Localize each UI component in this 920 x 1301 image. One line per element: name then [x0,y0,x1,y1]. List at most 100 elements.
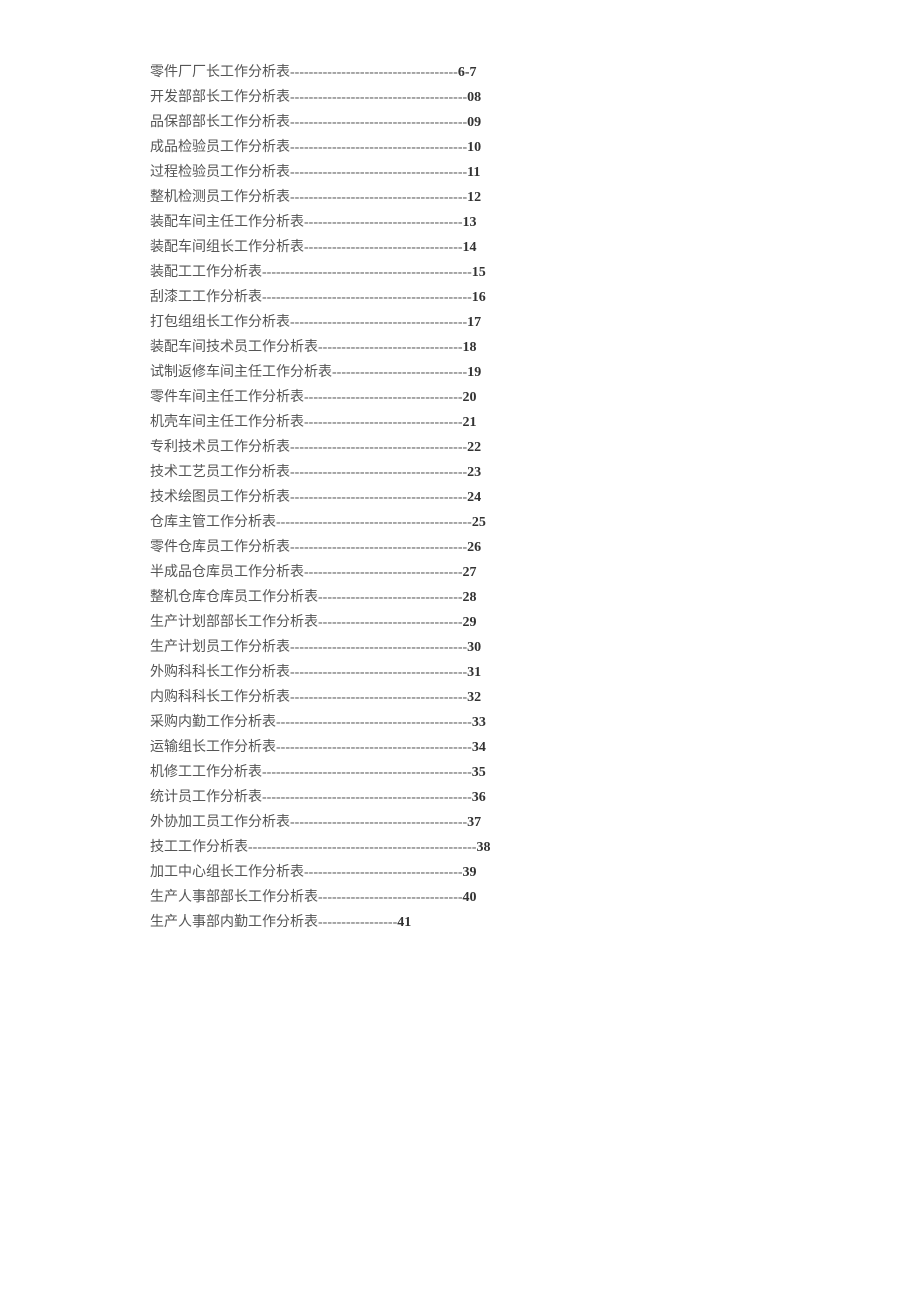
toc-page-number: 17 [467,310,481,335]
toc-title: 统计员工作分析表 [150,785,262,810]
toc-leader: ---------------------------------- [304,235,463,260]
toc-title: 外协加工员工作分析表 [150,810,290,835]
toc-title: 整机检测员工作分析表 [150,185,290,210]
toc-page-number: 29 [463,610,477,635]
toc-entry: 刮漆工工作分析表 -------------------------------… [150,285,720,310]
toc-title: 品保部部长工作分析表 [150,110,290,135]
toc-page-number: 32 [467,685,481,710]
toc-title: 技术绘图员工作分析表 [150,485,290,510]
toc-title: 装配车间技术员工作分析表 [150,335,318,360]
toc-title: 仓库主管工作分析表 [150,510,276,535]
toc-title: 机壳车间主任工作分析表 [150,410,304,435]
toc-title: 技工工作分析表 [150,835,248,860]
toc-leader: -------------------------------------- [290,435,467,460]
toc-entry: 采购内勤工作分析表 ------------------------------… [150,710,720,735]
toc-leader: ---------------------------------- [304,560,463,585]
toc-entry: 运输组长工作分析表 ------------------------------… [150,735,720,760]
toc-entry: 技术绘图员工作分析表 -----------------------------… [150,485,720,510]
toc-entry: 生产计划员工作分析表 -----------------------------… [150,635,720,660]
toc-leader: ------------------------------- [318,585,463,610]
toc-entry: 整机仓库仓库员工作分析表 ---------------------------… [150,585,720,610]
toc-entry: 技工工作分析表 --------------------------------… [150,835,720,860]
toc-title: 开发部部长工作分析表 [150,85,290,110]
toc-page-number: 16 [472,285,486,310]
toc-title: 运输组长工作分析表 [150,735,276,760]
toc-entry: 专利技术员工作分析表 -----------------------------… [150,435,720,460]
toc-leader: -------------------------------------- [290,135,467,160]
toc-leader: ---------------------------------- [304,385,463,410]
toc-title: 零件仓库员工作分析表 [150,535,290,560]
toc-page-number: 28 [463,585,477,610]
toc-leader: -------------------------------------- [290,685,467,710]
toc-leader: -------------------------------------- [290,485,467,510]
toc-title: 打包组组长工作分析表 [150,310,290,335]
toc-leader: ----------------------------------------… [262,760,472,785]
toc-page-number: 22 [467,435,481,460]
toc-title: 装配车间主任工作分析表 [150,210,304,235]
toc-entry: 开发部部长工作分析表 -----------------------------… [150,85,720,110]
toc-page-number: 38 [476,835,490,860]
toc-page-number: 36 [472,785,486,810]
toc-entry: 试制返修车间主任工作分析表 --------------------------… [150,360,720,385]
toc-leader: -------------------------------------- [290,460,467,485]
toc-leader: -------------------------------------- [290,85,467,110]
toc-page-number: 39 [463,860,477,885]
toc-entry: 外购科科长工作分析表 -----------------------------… [150,660,720,685]
toc-title: 生产计划员工作分析表 [150,635,290,660]
toc-leader: -------------------------------------- [290,110,467,135]
toc-leader: ----------------------------------------… [276,510,472,535]
toc-title: 半成品仓库员工作分析表 [150,560,304,585]
toc-leader: ----------------------------------------… [276,735,472,760]
toc-entry: 机修工工作分析表 -------------------------------… [150,760,720,785]
toc-leader: ---------------------------------- [304,210,463,235]
toc-entry: 生产计划部部长工作分析表 ---------------------------… [150,610,720,635]
toc-entry: 仓库主管工作分析表 ------------------------------… [150,510,720,535]
toc-leader: ------------------------------- [318,885,463,910]
toc-leader: -------------------------------------- [290,160,467,185]
toc-leader: ----------------------------------------… [262,285,472,310]
toc-entry: 过程检验员工作分析表 -----------------------------… [150,160,720,185]
toc-title: 生产计划部部长工作分析表 [150,610,318,635]
toc-entry: 品保部部长工作分析表 -----------------------------… [150,110,720,135]
toc-title: 外购科科长工作分析表 [150,660,290,685]
toc-page-number: 09 [467,110,481,135]
toc-leader: -------------------------------------- [290,185,467,210]
toc-page-number: 19 [467,360,481,385]
toc-page-number: 40 [463,885,477,910]
toc-page-number: 13 [463,210,477,235]
toc-page-number: 24 [467,485,481,510]
toc-leader: ----------------------------- [332,360,467,385]
toc-leader: ----------------------------------------… [262,260,472,285]
toc-page-number: 26 [467,535,481,560]
toc-title: 零件厂厂长工作分析表 [150,60,290,85]
toc-entry: 内购科科长工作分析表 -----------------------------… [150,685,720,710]
toc-entry: 生产人事部内勤工作分析表 -----------------41 [150,910,450,935]
toc-page-number: 14 [463,235,477,260]
toc-title: 生产人事部部长工作分析表 [150,885,318,910]
toc-leader: ------------------------------- [318,335,463,360]
toc-page-number: 10 [467,135,481,160]
toc-leader: ----------------------------------------… [276,710,472,735]
toc-leader: -------------------------------------- [290,660,467,685]
toc-title: 内购科科长工作分析表 [150,685,290,710]
toc-entry: 半成品仓库员工作分析表 ----------------------------… [150,560,720,585]
toc-page-number: 41 [397,910,411,935]
table-of-contents: 零件厂厂长工作分析表 -----------------------------… [150,60,720,935]
toc-page-number: 15 [472,260,486,285]
toc-title: 过程检验员工作分析表 [150,160,290,185]
toc-entry: 机壳车间主任工作分析表 ----------------------------… [150,410,720,435]
toc-entry: 零件车间主任工作分析表 ----------------------------… [150,385,720,410]
toc-entry: 加工中心组长工作分析表 ----------------------------… [150,860,720,885]
toc-title: 专利技术员工作分析表 [150,435,290,460]
toc-title: 技术工艺员工作分析表 [150,460,290,485]
toc-title: 试制返修车间主任工作分析表 [150,360,332,385]
toc-entry: 打包组组长工作分析表 -----------------------------… [150,310,720,335]
toc-title: 采购内勤工作分析表 [150,710,276,735]
toc-page-number: 21 [463,410,477,435]
toc-title: 零件车间主任工作分析表 [150,385,304,410]
toc-page-number: 6-7 [458,60,477,85]
toc-title: 机修工工作分析表 [150,760,262,785]
toc-entry: 零件厂厂长工作分析表 -----------------------------… [150,60,720,85]
toc-page-number: 23 [467,460,481,485]
toc-page-number: 18 [463,335,477,360]
